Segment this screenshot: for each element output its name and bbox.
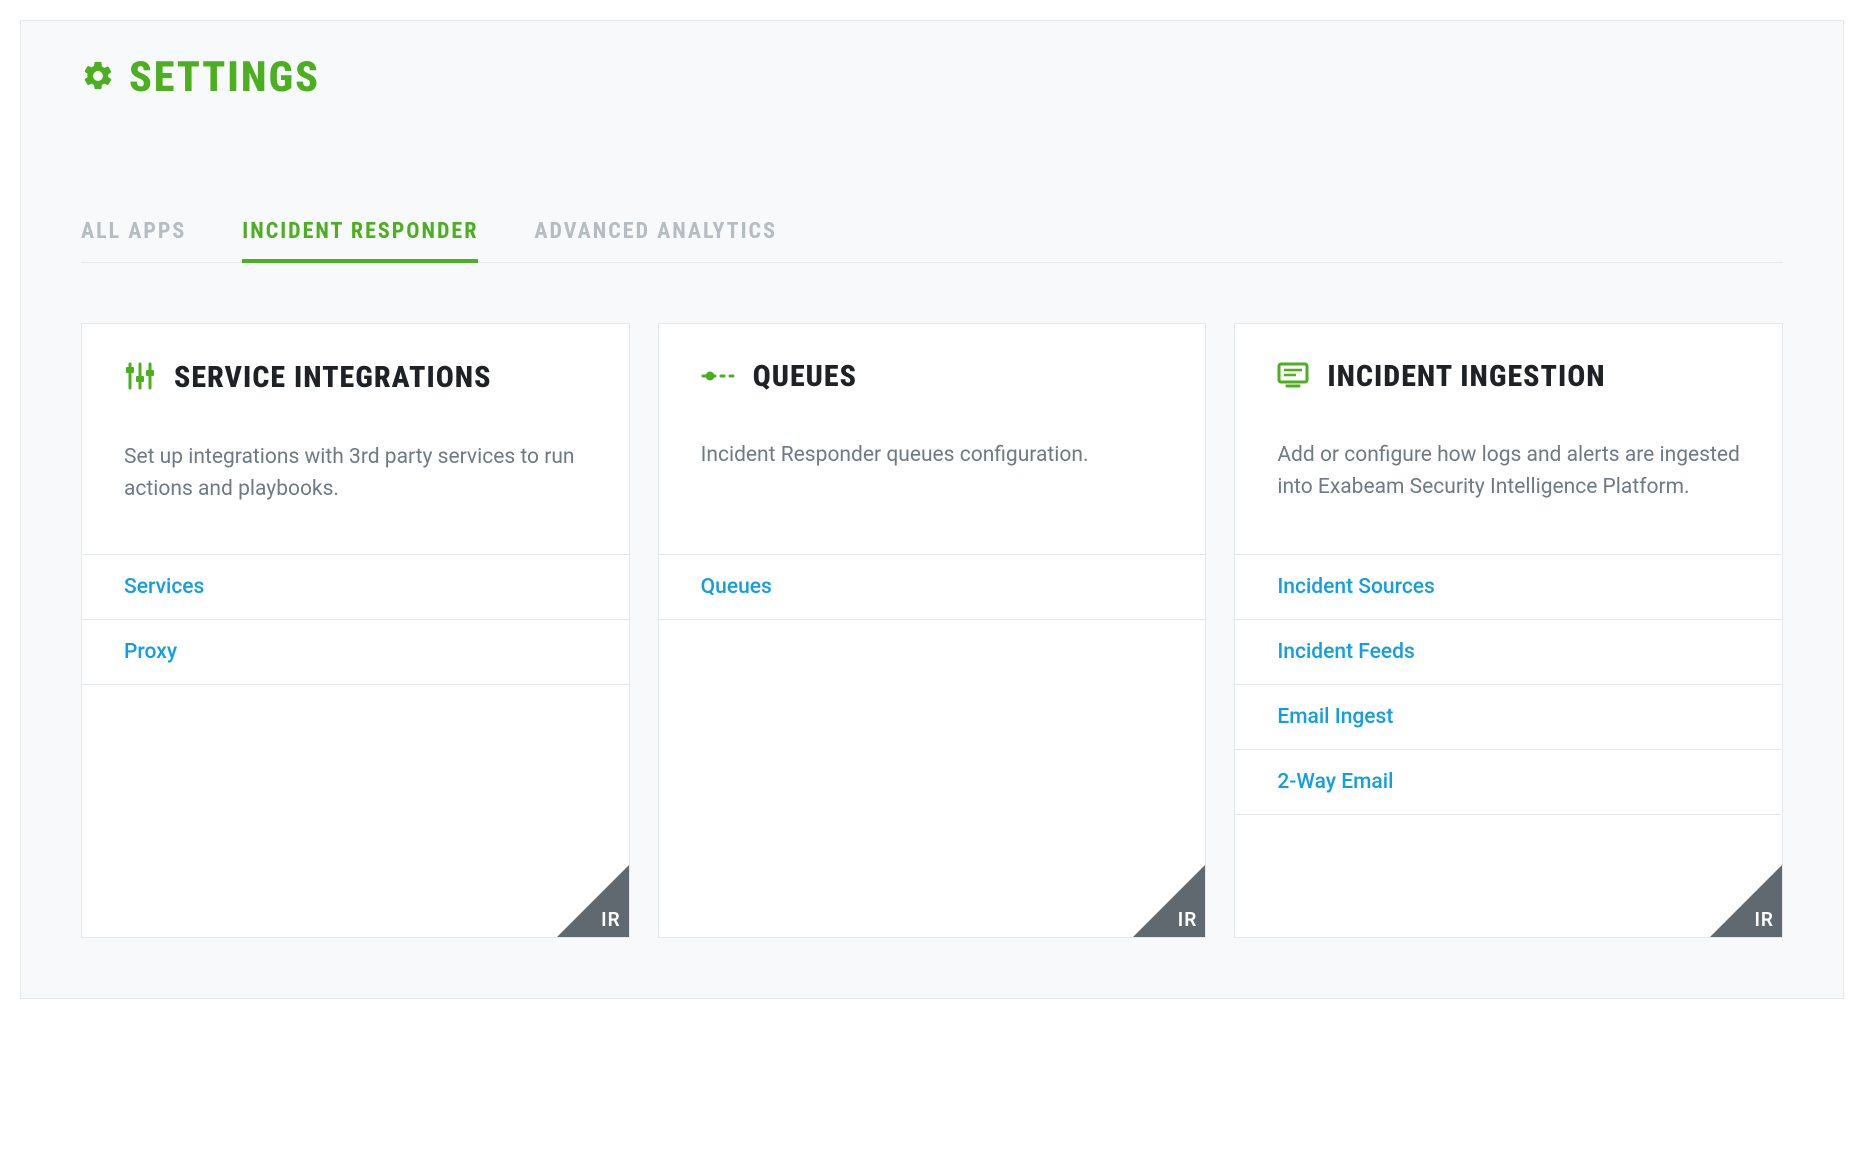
link-incident-feeds[interactable]: Incident Feeds [1235,620,1782,685]
link-2-way-email[interactable]: 2-Way Email [1235,750,1782,815]
tab-incident-responder[interactable]: Incident Responder [242,209,478,262]
settings-cards: Service Integrations Set up integrations… [81,323,1783,938]
card-description: Incident Responder queues configuration. [701,440,1164,472]
card-badge: IR [601,908,621,931]
link-incident-sources[interactable]: Incident Sources [1235,555,1782,620]
card-header: Service Integrations Set up integrations… [82,324,629,554]
card-title: Service Integrations [174,363,491,393]
card-service-integrations: Service Integrations Set up integrations… [81,323,630,938]
link-proxy[interactable]: Proxy [82,620,629,685]
queue-icon [701,368,735,387]
card-links: Queues [659,554,1206,620]
link-queues[interactable]: Queues [659,555,1206,620]
card-badge: IR [1178,908,1198,931]
card-links: Services Proxy [82,554,629,685]
settings-window: Settings All Apps Incident Responder Adv… [20,20,1844,999]
gear-icon [81,59,115,97]
page-header: Settings [81,57,1783,99]
card-title: Incident Ingestion [1327,362,1605,392]
link-services[interactable]: Services [82,555,629,620]
card-incident-ingestion: Incident Ingestion Add or configure how … [1234,323,1783,938]
sliders-icon [124,362,156,394]
card-header: Incident Ingestion Add or configure how … [1235,324,1782,554]
card-header: Queues Incident Responder queues configu… [659,324,1206,554]
tab-advanced-analytics[interactable]: Advanced Analytics [534,209,777,262]
link-email-ingest[interactable]: Email Ingest [1235,685,1782,750]
card-links: Incident Sources Incident Feeds Email In… [1235,554,1782,815]
card-queues: Queues Incident Responder queues configu… [658,323,1207,938]
ingestion-icon [1277,362,1309,392]
card-badge: IR [1754,908,1774,931]
page-title: Settings [129,57,320,99]
tabs: All Apps Incident Responder Advanced Ana… [81,209,1783,263]
card-description: Add or configure how logs and alerts are… [1277,440,1740,503]
card-description: Set up integrations with 3rd party servi… [124,442,587,505]
tab-all-apps[interactable]: All Apps [81,209,186,262]
card-title: Queues [753,362,857,392]
